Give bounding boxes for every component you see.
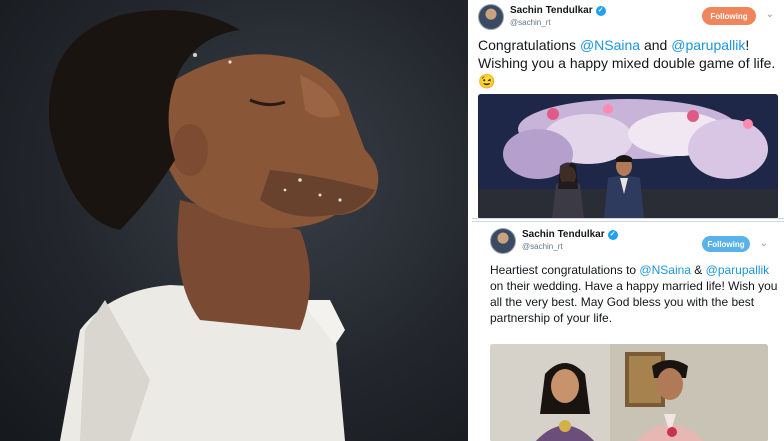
avatar[interactable]: [490, 228, 516, 254]
tweet-text-part: Heartiest congratulations to: [490, 263, 640, 277]
tweet-header: Sachin Tendulkar ✓ @sachin_rt Following …: [490, 228, 778, 256]
tweet-text: Congratulations @NSaina and @parupallik!…: [478, 36, 778, 90]
user-handle[interactable]: @sachin_rt: [510, 18, 551, 27]
verified-badge-icon: ✓: [607, 229, 618, 240]
chevron-down-icon[interactable]: ⌄: [766, 9, 774, 20]
tweet-text-part: Congratulations: [478, 37, 580, 53]
cricketer-illustration: [48, 10, 379, 441]
tweet-header: Sachin Tendulkar ✓ @sachin_rt Following …: [478, 4, 778, 32]
display-name[interactable]: Sachin Tendulkar: [510, 5, 593, 16]
mention-link-parupallik[interactable]: @parupallik: [706, 263, 770, 277]
tweet-photo-reception[interactable]: [478, 94, 778, 218]
verified-badge-icon: ✓: [595, 5, 606, 16]
name-row: Sachin Tendulkar ✓: [522, 229, 618, 240]
chevron-down-icon[interactable]: ⌄: [760, 238, 768, 249]
couple-illustration: [490, 344, 768, 441]
reception-illustration: [478, 94, 778, 218]
tweet-text-part: on their wedding. Have a happy married l…: [490, 279, 778, 325]
mention-link-nsaina[interactable]: @NSaina: [639, 263, 691, 277]
wink-emoji-icon: 😉: [478, 73, 496, 89]
mention-link-nsaina[interactable]: @NSaina: [580, 37, 640, 53]
tweet-text: Heartiest congratulations to @NSaina & @…: [490, 262, 780, 326]
mention-link-parupallik[interactable]: @parupallik: [671, 37, 745, 53]
display-name[interactable]: Sachin Tendulkar: [522, 229, 605, 240]
tweet-card-top: Sachin Tendulkar ✓ @sachin_rt Following …: [472, 0, 784, 219]
following-button[interactable]: Following: [702, 236, 750, 252]
tweet-photo-couple[interactable]: [490, 344, 768, 441]
tweet-card-bottom: Sachin Tendulkar ✓ @sachin_rt Following …: [472, 221, 784, 441]
user-handle[interactable]: @sachin_rt: [522, 242, 563, 251]
name-row: Sachin Tendulkar ✓: [510, 5, 606, 16]
cricketer-photo: [0, 0, 468, 441]
tweet-text-part: &: [690, 263, 706, 277]
following-button[interactable]: Following: [702, 7, 756, 25]
avatar[interactable]: [478, 4, 504, 30]
tweet-text-part: and: [640, 37, 672, 53]
